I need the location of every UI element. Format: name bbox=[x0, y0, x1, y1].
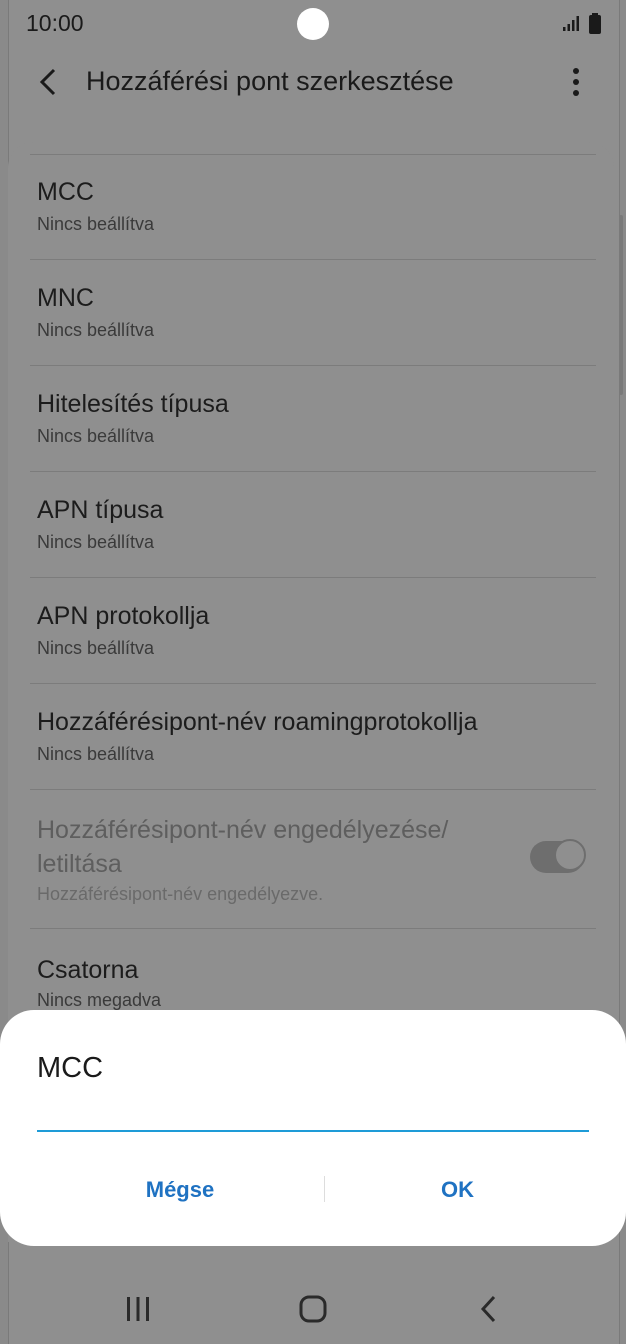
setting-apn-type[interactable]: APN típusa Nincs beállítva bbox=[30, 473, 596, 579]
ok-button[interactable]: OK bbox=[310, 1170, 605, 1210]
setting-title: APN típusa bbox=[37, 496, 164, 524]
apn-enable-toggle bbox=[530, 839, 586, 873]
setting-value: Nincs beállítva bbox=[37, 320, 155, 340]
setting-value: Nincs beállítva bbox=[37, 638, 155, 658]
home-icon[interactable] bbox=[299, 1295, 327, 1323]
setting-value: Nincs beállítva bbox=[37, 426, 155, 446]
setting-mcc[interactable]: MCC Nincs beállítva bbox=[30, 155, 596, 260]
battery-icon bbox=[589, 13, 601, 34]
dialog-title: MCC bbox=[37, 1052, 104, 1084]
setting-channel[interactable]: Csatorna Nincs megadva bbox=[30, 929, 596, 1019]
setting-title: Hitelesítés típusa bbox=[37, 390, 229, 418]
setting-apn-protocol[interactable]: APN protokollja Nincs beállítva bbox=[30, 579, 596, 685]
mcc-input[interactable] bbox=[37, 1100, 589, 1132]
setting-title: MNC bbox=[37, 284, 94, 312]
setting-apn-enable: Hozzáférésipont-név engedélyezése/ letil… bbox=[30, 791, 596, 929]
setting-title-line2: letiltása bbox=[37, 850, 122, 878]
setting-apn-roaming-protocol[interactable]: Hozzáférésipont-név roamingprotokollja N… bbox=[30, 685, 596, 791]
setting-title: APN protokollja bbox=[37, 602, 210, 630]
setting-value: Hozzáférésipont-név engedélyezve. bbox=[37, 884, 324, 904]
divider bbox=[30, 259, 596, 260]
recents-icon[interactable] bbox=[124, 1296, 152, 1322]
phone-screen: 10:00 Hozzáférési pont szerkesztése MCC … bbox=[0, 0, 626, 1344]
app-bar: Hozzáférési pont szerkesztése bbox=[0, 52, 626, 112]
page-title: Hozzáférési pont szerkesztése bbox=[86, 66, 454, 96]
navigation-bar bbox=[0, 1270, 626, 1344]
setting-title: MCC bbox=[37, 178, 94, 206]
scrollbar[interactable] bbox=[619, 215, 623, 395]
setting-title: Hozzáférésipont-név roamingprotokollja bbox=[37, 708, 478, 736]
divider bbox=[30, 789, 596, 790]
cancel-button[interactable]: Mégse bbox=[30, 1170, 330, 1210]
divider bbox=[30, 365, 596, 366]
setting-value: Nincs beállítva bbox=[37, 744, 155, 764]
signal-icon bbox=[563, 16, 579, 31]
setting-mnc[interactable]: MNC Nincs beállítva bbox=[30, 261, 596, 367]
back-arrow-icon[interactable] bbox=[34, 66, 62, 98]
camera-cutout bbox=[297, 8, 329, 40]
more-vert-icon[interactable] bbox=[566, 66, 586, 98]
status-time: 10:00 bbox=[26, 10, 84, 36]
mcc-dialog: MCC Mégse OK bbox=[0, 1010, 626, 1246]
setting-value: Nincs beállítva bbox=[37, 532, 155, 552]
setting-title: Csatorna bbox=[37, 956, 139, 984]
status-bar: 10:00 bbox=[0, 0, 626, 48]
setting-auth-type[interactable]: Hitelesítés típusa Nincs beállítva bbox=[30, 367, 596, 473]
divider bbox=[30, 683, 596, 684]
toggle-knob bbox=[554, 839, 586, 871]
divider bbox=[30, 471, 596, 472]
divider bbox=[30, 577, 596, 578]
setting-value: Nincs beállítva bbox=[37, 214, 155, 234]
setting-title-line1: Hozzáférésipont-név engedélyezése/ bbox=[37, 816, 449, 844]
nav-back-icon[interactable] bbox=[478, 1294, 500, 1324]
setting-value: Nincs megadva bbox=[37, 990, 162, 1010]
